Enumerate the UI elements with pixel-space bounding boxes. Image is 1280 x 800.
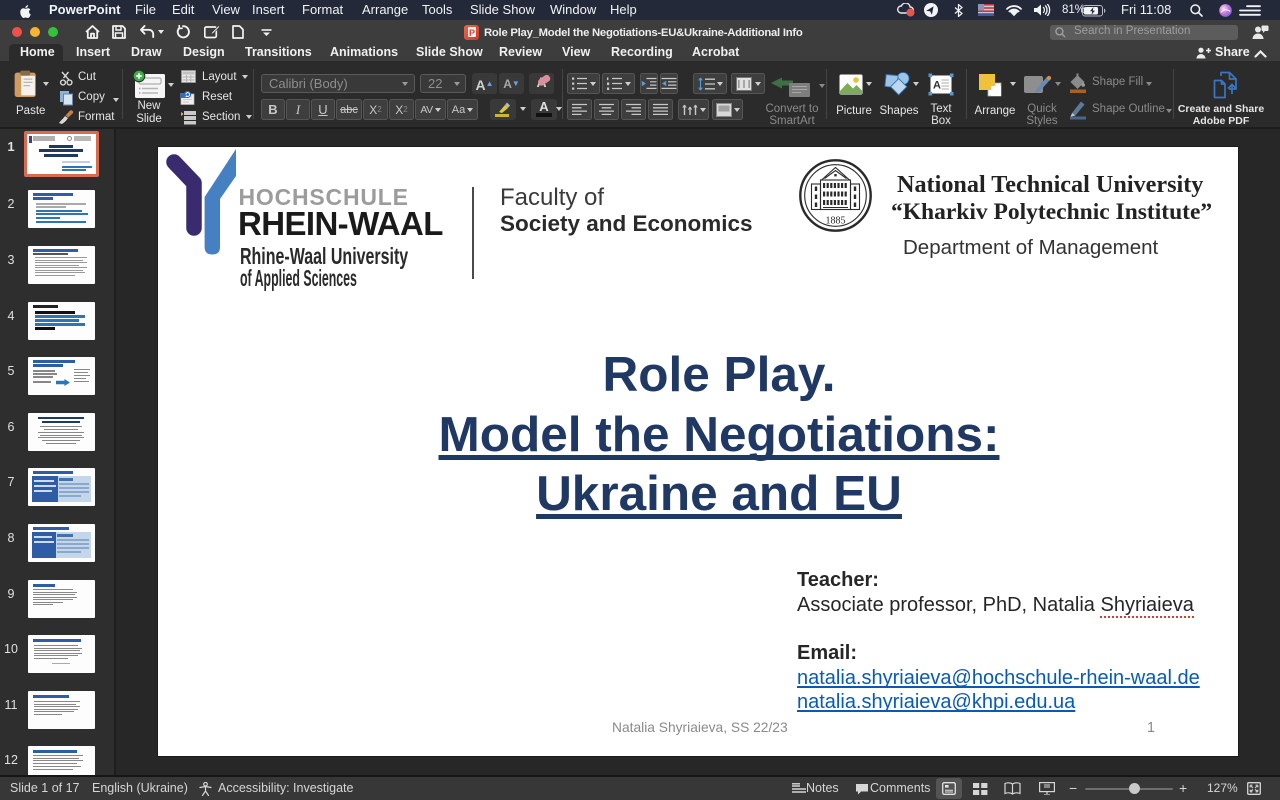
svg-text:A: A	[933, 80, 941, 92]
svg-text:1885: 1885	[826, 216, 846, 227]
